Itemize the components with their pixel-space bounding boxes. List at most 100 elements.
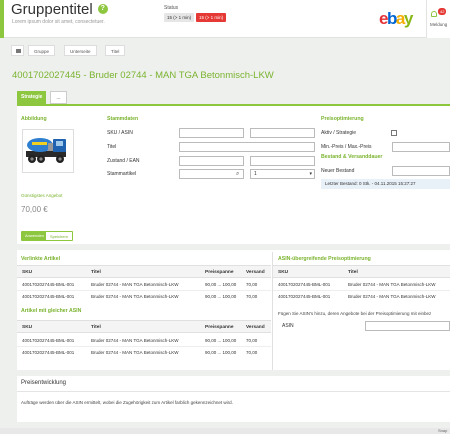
cross-asin-row-2-sku[interactable]: 4001702027445-BML-001 xyxy=(278,292,330,301)
logo-letter-e: e xyxy=(379,9,388,28)
cross-asin-header: SKU Titel xyxy=(273,265,450,278)
same-asin-header: SKU Titel Preisspanne Versand xyxy=(17,320,271,333)
stock-section-title: Bestand & Versanddauer xyxy=(321,154,383,160)
price-development-title: Preisentwicklung xyxy=(21,380,67,386)
panel-divider xyxy=(17,391,450,392)
accent-bar xyxy=(0,0,4,38)
ean-input[interactable] xyxy=(250,156,315,166)
group-subtitle: Lorem ipsum dolor sit amet, consectetuer… xyxy=(12,19,105,25)
cheapest-price: 70,00 € xyxy=(21,205,48,214)
tab-more[interactable]: ... xyxy=(50,91,67,104)
asin-input[interactable] xyxy=(365,321,450,331)
last-stock-info: Letzter Bestand: 0 Stk. - 04.11.2015 15:… xyxy=(321,179,450,189)
cross-asin-title: ASIN-übergreifende Preisoptimierung xyxy=(278,256,371,262)
price-development-panel xyxy=(17,376,450,422)
linked-row-1-price: 90,00 ... 100,00 xyxy=(205,282,237,287)
linked-articles-title: Verlinkte Artikel xyxy=(21,256,61,262)
new-stock-label: Neuer Bestand xyxy=(321,168,355,174)
cross-asin-row-1-title: Bruder 02744 - MAN TGA Betonmisch-LKW xyxy=(348,282,436,287)
same-asin-row-1-sku[interactable]: 4001702027445-BML-001 xyxy=(22,336,74,345)
search-icon[interactable]: ⌕ xyxy=(236,169,242,179)
sku-asin-label: SKU / ASIN xyxy=(107,130,133,136)
same-asin-title: Artikel mit gleicher ASIN xyxy=(21,308,82,314)
bell-icon xyxy=(431,11,437,17)
col-titel: Titel xyxy=(91,270,101,275)
linked-articles-header: SKU Titel Preisspanne Versand xyxy=(17,265,271,278)
group-title-text: Gruppentitel xyxy=(11,1,93,18)
tab-strategie[interactable]: Strategie xyxy=(17,91,47,104)
linked-row-1-sku[interactable]: 4001702027445-BML-001 xyxy=(22,280,74,289)
footer-bar xyxy=(0,428,450,434)
title-input[interactable] xyxy=(179,142,315,152)
title-label: Titel xyxy=(107,144,117,150)
linked-row-2-shipping: 70,00 xyxy=(246,294,258,299)
truck-icon xyxy=(26,138,66,163)
breadcrumb-item-gruppe[interactable]: Gruppe xyxy=(28,45,56,56)
strategy-panel: Abbildung Günstigstes Angebot 70,00 € An… xyxy=(17,104,450,244)
col-preisspanne: Preisspanne xyxy=(205,270,234,275)
asin-input[interactable] xyxy=(250,128,315,138)
linked-row-1-title: Bruder 02744 - MAN TGA Betonmisch-LKW xyxy=(91,282,179,287)
same-asin-row-2-sku[interactable]: 4001702027445-BML-001 xyxy=(22,348,74,357)
cross-asin-hint: Fügen Sie ASIN's hinzu, deren Angebote b… xyxy=(278,311,432,316)
col-sku: SKU xyxy=(278,270,289,275)
col-preisspanne: Preisspanne xyxy=(205,325,234,330)
same-asin-row-2-price: 90,00 ... 100,00 xyxy=(205,350,237,355)
linked-row-2-sku[interactable]: 4001702027445-BML-001 xyxy=(22,292,74,301)
master-article-input[interactable] xyxy=(179,169,244,179)
linked-row-2-price: 90,00 ... 100,00 xyxy=(205,294,237,299)
linked-row-2-title: Bruder 02744 - MAN TGA Betonmisch-LKW xyxy=(91,294,179,299)
min-max-price-label: Min.-Preis / Max.-Preis xyxy=(321,144,372,150)
sku-input[interactable] xyxy=(179,128,244,138)
cross-asin-row-1-sku[interactable]: 4001702027445-BML-001 xyxy=(278,280,330,289)
same-asin-row-2-title: Bruder 02744 - MAN TGA Betonmisch-LKW xyxy=(91,350,179,355)
notification-label: Meldung xyxy=(430,22,448,27)
same-asin-row-1-title: Bruder 02744 - MAN TGA Betonmisch-LKW xyxy=(91,338,179,343)
status-badge-neutral[interactable]: 15 (> 1 min) xyxy=(164,13,195,22)
page-title: 4001702027445 - Bruder 02744 - MAN TGA B… xyxy=(12,70,274,81)
same-asin-row-2-shipping: 70,00 xyxy=(246,350,258,355)
row-divider xyxy=(17,346,271,347)
status-badge-alert[interactable]: 15 (> 1 min) xyxy=(196,13,227,22)
footer-snap: Snap xyxy=(438,428,448,433)
breadcrumb-item-unterseite[interactable]: Unterseite xyxy=(64,45,97,56)
master-article-select[interactable]: 1 ▾ xyxy=(250,169,315,179)
breadcrumb-item-titel[interactable]: Titel xyxy=(105,45,126,56)
help-icon[interactable]: ? xyxy=(97,4,108,14)
logo-letter-a: a xyxy=(395,9,405,28)
active-strategy-label: Aktiv / Strategie xyxy=(321,130,357,136)
master-article-label: Stammartikel xyxy=(107,171,137,177)
same-asin-row-1-price: 90,00 ... 100,00 xyxy=(205,338,237,343)
logo-letter-y: y xyxy=(403,9,413,28)
active-checkbox[interactable] xyxy=(391,130,397,136)
cross-asin-row-2-title: Bruder 02744 - MAN TGA Betonmisch-LKW xyxy=(348,294,436,299)
ebay-logo: ebay xyxy=(379,9,413,28)
apply-button[interactable]: Anwenden xyxy=(21,231,48,241)
col-sku: SKU xyxy=(22,325,33,330)
min-price-input[interactable] xyxy=(392,142,450,152)
new-stock-input[interactable] xyxy=(392,166,450,176)
condition-ean-label: Zustand / EAN xyxy=(107,158,140,164)
notifications-button[interactable]: 42 Meldung xyxy=(426,0,450,38)
same-asin-row-1-shipping: 70,00 xyxy=(246,338,258,343)
linked-row-1-shipping: 70,00 xyxy=(246,282,258,287)
condition-input[interactable] xyxy=(179,156,244,166)
home-icon xyxy=(16,49,21,53)
product-image xyxy=(22,129,74,173)
col-sku: SKU xyxy=(22,270,33,275)
page-group-title: Gruppentitel? xyxy=(11,1,108,18)
row-divider xyxy=(17,290,271,291)
save-button[interactable]: Speichern xyxy=(45,231,74,241)
logo-letter-b: b xyxy=(386,9,397,28)
master-data-title: Stammdaten xyxy=(107,116,139,122)
image-section-title: Abbildung xyxy=(21,116,47,122)
col-titel: Titel xyxy=(91,325,101,330)
top-header: Gruppentitel? Lorem ipsum dolor sit amet… xyxy=(0,0,450,38)
asin-label: ASIN xyxy=(282,323,294,329)
status-label: Status xyxy=(164,5,179,11)
pricing-section-title: Preisoptimierung xyxy=(321,116,364,122)
breadcrumb-home[interactable] xyxy=(11,45,24,56)
cheapest-offer-label: Günstigstes Angebot xyxy=(21,193,63,198)
col-versand: Versand xyxy=(246,325,265,330)
app-root: Gruppentitel? Lorem ipsum dolor sit amet… xyxy=(0,0,450,434)
